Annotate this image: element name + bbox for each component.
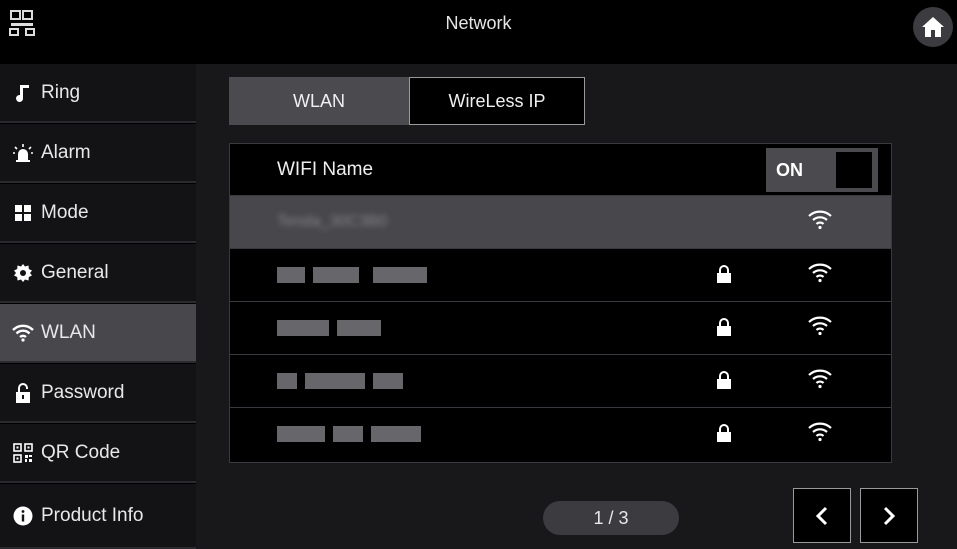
toggle-knob <box>836 152 872 188</box>
sidebar-item-label: WLAN <box>41 321 96 343</box>
lock-icon <box>717 424 731 442</box>
wifi-icon <box>12 322 34 344</box>
wifi-network-row[interactable] <box>230 302 891 355</box>
lock-icon <box>717 371 731 389</box>
page-title: Network <box>445 13 512 33</box>
lock-icon <box>717 318 731 336</box>
wifi-ssid-redacted <box>277 314 457 342</box>
home-icon <box>922 17 944 37</box>
wifi-network-row[interactable]: Tenda_30C3B0 <box>230 196 891 249</box>
sidebar-item-label: Alarm <box>41 141 91 163</box>
wifi-signal-icon <box>808 369 832 389</box>
wifi-name-label: WIFI Name <box>277 159 374 180</box>
wifi-network-row[interactable] <box>230 355 891 408</box>
unlock-icon <box>12 382 34 404</box>
wifi-list: WIFI Name ON Tenda_30C3B0 <box>229 143 892 463</box>
sidebar-item-label: Password <box>41 381 125 403</box>
wifi-list-header: WIFI Name ON <box>230 144 891 196</box>
top-bar: Network <box>0 0 957 62</box>
wifi-signal-icon <box>808 263 832 283</box>
sidebar-item-label: Ring <box>41 81 81 103</box>
page-indicator: 1 / 3 <box>543 501 679 535</box>
home-button[interactable] <box>913 7 953 47</box>
wifi-signal-icon <box>808 422 832 442</box>
sidebar-item-mode[interactable]: Mode <box>0 184 196 243</box>
gear-icon <box>12 262 34 284</box>
chevron-right-icon <box>883 506 896 525</box>
sidebar-item-label: Product Info <box>41 504 144 526</box>
sidebar-item-wlan[interactable]: WLAN <box>0 304 196 363</box>
lock-icon <box>717 265 731 283</box>
toggle-state-label: ON <box>776 160 803 180</box>
wifi-signal-icon <box>808 316 832 336</box>
mode-grid-icon <box>12 202 34 224</box>
wifi-toggle[interactable]: ON <box>766 148 878 192</box>
tab-bar: WLAN WireLess IP <box>229 77 585 125</box>
next-page-button[interactable] <box>860 488 918 543</box>
info-icon <box>12 505 34 527</box>
sidebar-item-label: QR Code <box>41 441 121 463</box>
sidebar-item-ring[interactable]: Ring <box>0 64 196 123</box>
sidebar-item-qr-code[interactable]: QR Code <box>0 424 196 483</box>
sidebar-item-general[interactable]: General <box>0 244 196 303</box>
alarm-siren-icon <box>12 142 34 164</box>
tab-wireless-ip[interactable]: WireLess IP <box>409 77 585 125</box>
music-note-icon <box>12 82 34 104</box>
wifi-ssid-redacted <box>277 261 457 289</box>
previous-page-button[interactable] <box>793 488 851 543</box>
sidebar-item-password[interactable]: Password <box>0 364 196 423</box>
wifi-signal-icon <box>808 210 832 230</box>
sidebar-item-label: Mode <box>41 201 89 223</box>
tab-wlan[interactable]: WLAN <box>229 77 409 125</box>
wifi-ssid-redacted <box>277 367 457 395</box>
sidebar-item-label: General <box>41 261 109 283</box>
sidebar: Ring Alarm Mode General WLAN Password QR… <box>0 64 196 549</box>
sidebar-item-product-info[interactable]: Product Info <box>0 484 196 549</box>
wifi-network-row[interactable] <box>230 249 891 302</box>
chevron-left-icon <box>815 506 828 525</box>
wifi-ssid: Tenda_30C3B0 <box>277 213 388 230</box>
qr-code-icon <box>12 442 34 464</box>
main-panel: WLAN WireLess IP WIFI Name ON Tenda_30C3… <box>196 64 957 549</box>
wifi-network-row[interactable] <box>230 408 891 461</box>
wifi-ssid-redacted <box>277 420 457 448</box>
sidebar-item-alarm[interactable]: Alarm <box>0 124 196 183</box>
